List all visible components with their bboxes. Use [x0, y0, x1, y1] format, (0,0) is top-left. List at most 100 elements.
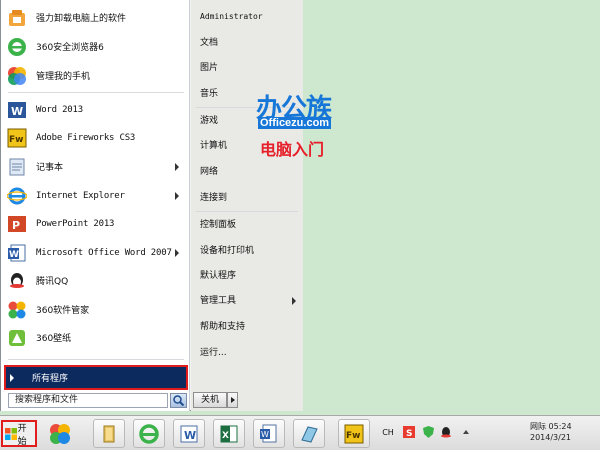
ie-icon: [5, 184, 29, 208]
program-360-wallpaper[interactable]: 360壁纸: [5, 324, 185, 351]
program-label: 记事本: [36, 163, 64, 173]
right-item-run[interactable]: 运行...: [200, 344, 300, 362]
right-item-administrator[interactable]: Administrator: [200, 8, 300, 26]
taskbar-ie[interactable]: [133, 419, 165, 448]
program-label: Adobe Fireworks CS3: [36, 132, 136, 143]
right-item-control-panel[interactable]: 控制面板: [200, 216, 300, 234]
svg-text:S: S: [406, 429, 412, 438]
program-internet-explorer[interactable]: Internet Explorer: [5, 182, 185, 209]
fireworks-icon: Fw: [5, 126, 29, 150]
right-item-help-support[interactable]: 帮助和支持: [200, 318, 300, 336]
right-item-network[interactable]: 网络: [200, 163, 300, 181]
expand-arrow-icon: [10, 373, 14, 382]
program-qq[interactable]: 腾讯QQ: [5, 267, 185, 294]
taskbar-word[interactable]: W: [173, 419, 205, 448]
right-item-pictures[interactable]: 图片: [200, 59, 300, 77]
clock-date: 2014/3/21: [530, 433, 572, 442]
word2007-icon: W: [5, 241, 29, 265]
taskbar-notepad[interactable]: [293, 419, 325, 448]
right-item-connect-to[interactable]: 连接到: [200, 189, 300, 207]
shutdown-options-button[interactable]: [227, 392, 238, 408]
right-item-admin-tools[interactable]: 管理工具: [200, 292, 300, 310]
search-input[interactable]: 搜索程序和文件: [8, 393, 168, 408]
powerpoint-icon: P: [5, 212, 29, 236]
separator: [8, 359, 184, 360]
program-label: Word 2013: [36, 104, 83, 115]
program-label: 360软件管家: [36, 306, 90, 316]
input-method-icon[interactable]: S: [402, 422, 416, 442]
fireworks-icon: Fw: [344, 424, 364, 443]
search-button[interactable]: [170, 393, 187, 408]
excel-icon: X: [220, 425, 238, 442]
admin-tools-label: 管理工具: [200, 296, 237, 306]
qq-icon: [5, 269, 29, 293]
svg-text:W: W: [184, 429, 196, 442]
program-notepad[interactable]: 记事本: [5, 153, 185, 180]
svg-text:X: X: [222, 431, 229, 441]
program-360-browser[interactable]: 360安全浏览器6: [5, 33, 185, 60]
svg-text:P: P: [12, 219, 20, 232]
svg-text:W: W: [11, 105, 23, 118]
taskbar-360[interactable]: [44, 419, 76, 448]
submenu-arrow-icon: [175, 192, 179, 200]
document-icon: W: [260, 424, 277, 442]
notepad-icon: [301, 425, 318, 443]
svg-text:W: W: [9, 250, 19, 260]
program-label: Internet Explorer: [36, 190, 125, 201]
taskbar-explorer[interactable]: [93, 419, 125, 448]
phone-manager-icon: [5, 64, 29, 88]
start-button[interactable]: 开始: [1, 420, 37, 447]
right-item-devices-printers[interactable]: 设备和打印机: [200, 242, 300, 260]
language-indicator[interactable]: CH: [380, 422, 396, 442]
all-programs-button[interactable]: 所有程序: [4, 365, 188, 390]
start-label: 开始: [17, 423, 27, 447]
security-shield-icon[interactable]: [422, 422, 434, 442]
360-icon: [50, 423, 70, 444]
taskbar-excel[interactable]: X: [213, 419, 245, 448]
ie-icon: [139, 423, 159, 444]
separator: [8, 92, 184, 93]
submenu-arrow-icon: [175, 249, 179, 257]
program-phone-manager[interactable]: 管理我的手机: [5, 62, 185, 89]
program-powerpoint[interactable]: P PowerPoint 2013: [5, 210, 185, 237]
svg-text:Fw: Fw: [346, 431, 360, 441]
program-label: 腾讯QQ: [36, 277, 69, 287]
submenu-arrow-icon: [175, 163, 179, 171]
system-clock[interactable]: 网际 05:24 2014/3/21: [530, 421, 590, 443]
right-item-default-programs[interactable]: 默认程序: [200, 267, 300, 285]
separator: [196, 211, 298, 212]
uninstall-icon: [5, 6, 29, 30]
windows-logo-icon: [5, 427, 17, 440]
shutdown-button[interactable]: 关机: [193, 392, 227, 408]
svg-text:W: W: [261, 430, 269, 439]
taskbar-fireworks[interactable]: Fw: [338, 419, 370, 448]
chevron-right-icon: [231, 397, 235, 403]
program-uninstall[interactable]: 强力卸载电脑上的软件: [5, 4, 185, 31]
program-label: Microsoft Office Word 2007: [36, 247, 172, 258]
program-word-2013[interactable]: W Word 2013: [5, 96, 185, 123]
all-programs-label: 所有程序: [32, 374, 69, 384]
program-360-software[interactable]: 360软件管家: [5, 296, 185, 323]
watermark-subtitle: 电脑入门: [260, 140, 325, 159]
taskbar: 开始 W X W Fw CH S 网际 05:24 2014/3/21: [0, 415, 600, 450]
clock-time: 网际 05:24: [530, 422, 572, 431]
folder-icon: [103, 425, 115, 442]
program-label: 管理我的手机: [36, 72, 91, 82]
program-word-2007[interactable]: W Microsoft Office Word 2007: [5, 239, 185, 266]
program-label: 强力卸载电脑上的软件: [36, 14, 127, 24]
program-label: 360安全浏览器6: [36, 43, 104, 53]
qq-tray-icon[interactable]: [440, 422, 452, 442]
360-wallpaper-icon: [5, 326, 29, 350]
right-item-documents[interactable]: 文档: [200, 34, 300, 52]
watermark-url: Officezu.com: [258, 117, 332, 129]
submenu-arrow-icon: [292, 297, 296, 305]
program-label: PowerPoint 2013: [36, 218, 115, 229]
word-icon: W: [5, 98, 29, 122]
notepad-icon: [5, 155, 29, 179]
search-icon: [173, 395, 184, 406]
360-browser-icon: [5, 35, 29, 59]
program-label: 360壁纸: [36, 334, 72, 344]
program-fireworks[interactable]: Fw Adobe Fireworks CS3: [5, 124, 185, 151]
tray-expand-icon[interactable]: [460, 422, 472, 442]
taskbar-document[interactable]: W: [253, 419, 285, 448]
